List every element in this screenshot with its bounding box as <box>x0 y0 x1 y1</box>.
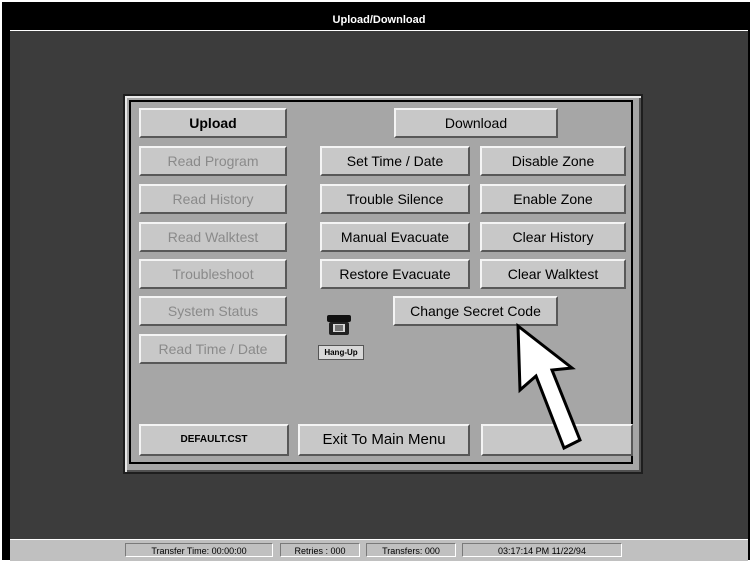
exit-to-main-menu-button[interactable]: Exit To Main Menu <box>298 424 470 456</box>
clear-history-button[interactable]: Clear History <box>480 222 626 252</box>
datetime-status: 03:17:14 PM 11/22/94 <box>462 543 622 557</box>
enable-zone-button[interactable]: Enable Zone <box>480 184 626 214</box>
trouble-silence-button[interactable]: Trouble Silence <box>320 184 470 214</box>
window-title: Upload/Download <box>10 10 748 31</box>
read-time-date-button[interactable]: Read Time / Date <box>139 334 287 364</box>
disable-zone-button[interactable]: Disable Zone <box>480 146 626 176</box>
set-time-date-button[interactable]: Set Time / Date <box>320 146 470 176</box>
hang-up-label: Hang-Up <box>318 345 364 360</box>
retries-status: Retries : 000 <box>280 543 360 557</box>
upload-button[interactable]: Upload <box>139 108 287 138</box>
read-walktest-button[interactable]: Read Walktest <box>139 222 287 252</box>
download-button[interactable]: Download <box>394 108 558 138</box>
manual-evacuate-button[interactable]: Manual Evacuate <box>320 222 470 252</box>
read-program-button[interactable]: Read Program <box>139 146 287 176</box>
status-bar: Transfer Time: 00:00:00 Retries : 000 Tr… <box>10 539 748 561</box>
hang-up-button[interactable]: Hang-Up <box>318 313 364 367</box>
transfers-status: Transfers: 000 <box>366 543 456 557</box>
restore-evacuate-button[interactable]: Restore Evacuate <box>320 259 470 289</box>
pointer-arrow-icon <box>516 322 582 451</box>
clear-walktest-button[interactable]: Clear Walktest <box>480 259 626 289</box>
config-file-box: DEFAULT.CST <box>139 424 289 456</box>
telephone-icon <box>327 315 351 335</box>
transfer-time-status: Transfer Time: 00:00:00 <box>125 543 273 557</box>
read-history-button[interactable]: Read History <box>139 184 287 214</box>
system-status-button[interactable]: System Status <box>139 296 287 326</box>
troubleshoot-button[interactable]: Troubleshoot <box>139 259 287 289</box>
